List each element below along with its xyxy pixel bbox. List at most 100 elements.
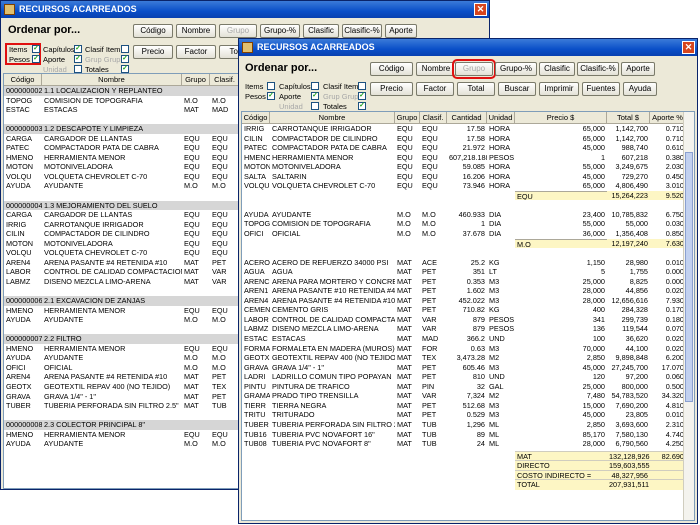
back-precio-button[interactable]: Precio: [133, 45, 173, 59]
table-row[interactable]: IRRIG CARROTANQUE IRRIGADOR EQU EQU 17.58 HOR…: [242, 124, 694, 134]
ayuda-button[interactable]: Ayuda: [623, 82, 657, 96]
sort-codigo-button[interactable]: Código: [370, 62, 413, 76]
total-button[interactable]: Total: [457, 82, 495, 96]
table-row[interactable]: OFICI OFICIAL M.O M.O 37.678 DIA 36,000 1,356,4…: [242, 229, 694, 239]
table-row[interactable]: CILIN COMPACTADOR DE CILINDRO EQU EQU 17.58 H…: [242, 134, 694, 144]
table-row[interactable]: MOTON MOTONIVELADORA EQU EQU 59.085 HORA 55,00…: [242, 162, 694, 172]
clasif-item-checkbox[interactable]: [121, 45, 129, 53]
table-row[interactable]: AREN4 ARENA PASANTE #4 RETENIDA #10 MAT PET…: [242, 296, 694, 306]
sort-clasific-button[interactable]: Clasific: [303, 24, 339, 38]
cell-precio: 2,850: [586, 353, 605, 363]
sort-clasific-pct-button[interactable]: Clasific-%: [342, 24, 382, 38]
table-row[interactable]: AGUA AGUA MAT PET 351 LT 5 1,755 0.000: [242, 267, 694, 277]
imprimir-button[interactable]: Imprimir: [539, 82, 579, 96]
table-row[interactable]: ACERO ACERO DE REFUERZO 34000 PSI MAT ACE 25…: [242, 258, 694, 268]
sort-aporte-button[interactable]: Aporte: [621, 62, 655, 76]
sort-codigo-button[interactable]: Código: [133, 24, 173, 38]
cell-grupo: M.O: [397, 219, 411, 229]
pesos-checkbox[interactable]: ✓: [267, 92, 275, 100]
subtotal-row[interactable]: M.O 12,197,240 7.630: [242, 238, 694, 249]
table-row[interactable]: VOLQU VOLQUETA CHEVROLET C-70 EQU EQU 73.946…: [242, 181, 694, 191]
table-row[interactable]: SALTA SALTARIN EQU EQU 16.206 HORA 45,000 729,2…: [242, 172, 694, 182]
unidad-disabled-checkbox[interactable]: [311, 102, 319, 110]
table-row[interactable]: ESTAC ESTACAS MAT MAD 366.2 UND 100 36,620 0.020: [242, 334, 694, 344]
sort-grupo-pct-button[interactable]: Grupo-%: [495, 62, 537, 76]
sort-grupo-button[interactable]: Grupo: [219, 24, 257, 38]
sort-grupo-pct-button[interactable]: Grupo-%: [260, 24, 300, 38]
subtotal-row[interactable]: EQU 15,264,223 9.520: [242, 190, 694, 201]
table-row[interactable]: TOPOG COMISION DE TOPOGRAFIA M.O M.O 1 DIA 55,…: [242, 219, 694, 229]
table-row[interactable]: TRITU TRITURADO MAT PET 0.529 M3 45,000 23,805 0…: [242, 410, 694, 420]
col-grupo[interactable]: Grupo: [395, 112, 420, 123]
front-scrollbar[interactable]: [683, 112, 694, 520]
table-row[interactable]: GEOTX GEOTEXTIL REPAV 400 (NO TEJIDO) MAT T…: [242, 353, 694, 363]
sort-clasific-pct-button[interactable]: Clasific-%: [577, 62, 619, 76]
capitulos-checkbox[interactable]: ✓: [74, 45, 82, 53]
back-col-codigo[interactable]: Código: [4, 74, 42, 85]
front-grid[interactable]: Código Nombre Grupo Clasif. Cantidad Uni…: [241, 111, 695, 521]
totales-checkbox[interactable]: ✓: [358, 102, 366, 110]
sort-clasific-button[interactable]: Clasific: [539, 62, 575, 76]
front-window-titlebar[interactable]: RECURSOS ACARREADOS ✕: [239, 39, 697, 56]
fuentes-button[interactable]: Fuentes: [582, 82, 620, 96]
grupo-disabled-checkbox[interactable]: ✓: [358, 92, 366, 100]
back-factor-button[interactable]: Factor: [176, 45, 216, 59]
col-clasif[interactable]: Clasif.: [420, 112, 447, 123]
close-icon[interactable]: ✕: [474, 3, 487, 16]
table-row[interactable]: AREN1 ARENA PASANTE #10 RETENIDA #40 MAT PE…: [242, 286, 694, 296]
precio-button[interactable]: Precio: [370, 82, 413, 96]
table-row[interactable]: TUBER TUBERIA PERFORADA SIN FILTRO 2.5" MA…: [242, 420, 694, 430]
col-precio[interactable]: Precio $: [515, 112, 607, 123]
table-row[interactable]: [242, 200, 694, 210]
factor-button[interactable]: Factor: [416, 82, 454, 96]
col-codigo[interactable]: Código: [242, 112, 270, 123]
cell-unidad: M3: [489, 410, 500, 420]
table-row[interactable]: TUB16 TUBERIA PVC NOVAFORT 16" MAT TUB 89 ML 8…: [242, 430, 694, 440]
unidad-disabled-checkbox[interactable]: [74, 65, 82, 73]
table-row[interactable]: HMENO HERRAMIENTA MENOR EQU EQU 607,218.188 P…: [242, 153, 694, 163]
grupo-disabled-checkbox[interactable]: ✓: [121, 55, 129, 63]
table-row[interactable]: LADRI LADRILLO COMUN TIPO POPAYAN MAT PET 81…: [242, 372, 694, 382]
sort-nombre-button[interactable]: Nombre: [416, 62, 456, 76]
table-row[interactable]: TIERR TIERRA NEGRA MAT PET 512.68 M3 15,000 7,6…: [242, 401, 694, 411]
col-unidad[interactable]: Unidad: [487, 112, 515, 123]
back-window-titlebar[interactable]: RECURSOS ACARREADOS ✕: [1, 1, 489, 18]
table-row[interactable]: [242, 248, 694, 258]
col-total[interactable]: Total $: [607, 112, 650, 123]
items-checkbox[interactable]: ✓: [32, 45, 40, 53]
table-row[interactable]: PATEC COMPACTADOR PATA DE CABRA EQU EQU 21.9…: [242, 143, 694, 153]
sort-aporte-button[interactable]: Aporte: [385, 24, 417, 38]
sort-grupo-button[interactable]: Grupo: [452, 59, 496, 79]
back-col-grupo[interactable]: Grupo: [182, 74, 210, 85]
pesos-checkbox[interactable]: ✓: [32, 55, 40, 63]
table-row[interactable]: LABMZ DISENO MEZCLA LIMO-ARENA MAT VAR 879 PE…: [242, 324, 694, 334]
items-checkbox[interactable]: [267, 82, 275, 90]
cell-nombre: GEOTEXTIL REPAV 400 (NO TEJIDO): [44, 381, 171, 391]
col-aporte[interactable]: Aporte %: [650, 112, 686, 123]
table-row[interactable]: AYUDA AYUDANTE M.O M.O 460.933 DIA 23,400 10,78…: [242, 210, 694, 220]
table-row[interactable]: FORMA FORMALETA EN MADERA (MUROS) MAT FOR 0.…: [242, 344, 694, 354]
cell-grupo: M.O: [184, 353, 198, 363]
close-icon[interactable]: ✕: [682, 41, 695, 54]
sort-nombre-button[interactable]: Nombre: [176, 24, 216, 38]
capitulos-checkbox[interactable]: [311, 82, 319, 90]
table-row[interactable]: PINTU PINTURA DE TRAFICO MAT PIN 32 GAL 25,000…: [242, 382, 694, 392]
back-col-nombre[interactable]: Nombre: [42, 74, 182, 85]
col-nombre[interactable]: Nombre: [270, 112, 395, 123]
table-row[interactable]: CEMEN CEMENTO GRIS MAT PET 710.82 KG 400 284,32…: [242, 305, 694, 315]
table-row[interactable]: LABORCONTROL DE CALIDAD COMPACTACIONMAT V…: [242, 315, 694, 325]
cell-total: 3,693,600: [615, 419, 648, 429]
table-row[interactable]: GRAVA GRAVA 1/4" - 1" MAT PET 605.46 M3 45,000…: [242, 363, 694, 373]
cell-cantidad: 24: [476, 439, 485, 449]
aporte-checkbox[interactable]: ✓: [74, 55, 82, 63]
back-col-clasif[interactable]: Clasif.: [210, 74, 240, 85]
totales-checkbox[interactable]: ✓: [121, 65, 129, 73]
table-row[interactable]: ARENC ARENA PARA MORTERO Y CONCRETO MAT PET…: [242, 277, 694, 287]
col-cantidad[interactable]: Cantidad: [447, 112, 487, 123]
table-row[interactable]: GRAMA PRADO TIPO TRENSILLA MAT VAR 7,324 M2 7,…: [242, 391, 694, 401]
buscar-button[interactable]: Buscar: [498, 82, 536, 96]
aporte-checkbox[interactable]: ✓: [311, 92, 319, 100]
clasif-item-checkbox[interactable]: [358, 82, 366, 90]
table-row[interactable]: TUB08 TUBERIA PVC NOVAFORT 8" MAT TUB 24 ML 28…: [242, 439, 694, 449]
cell-precio: 1,150: [586, 257, 605, 267]
